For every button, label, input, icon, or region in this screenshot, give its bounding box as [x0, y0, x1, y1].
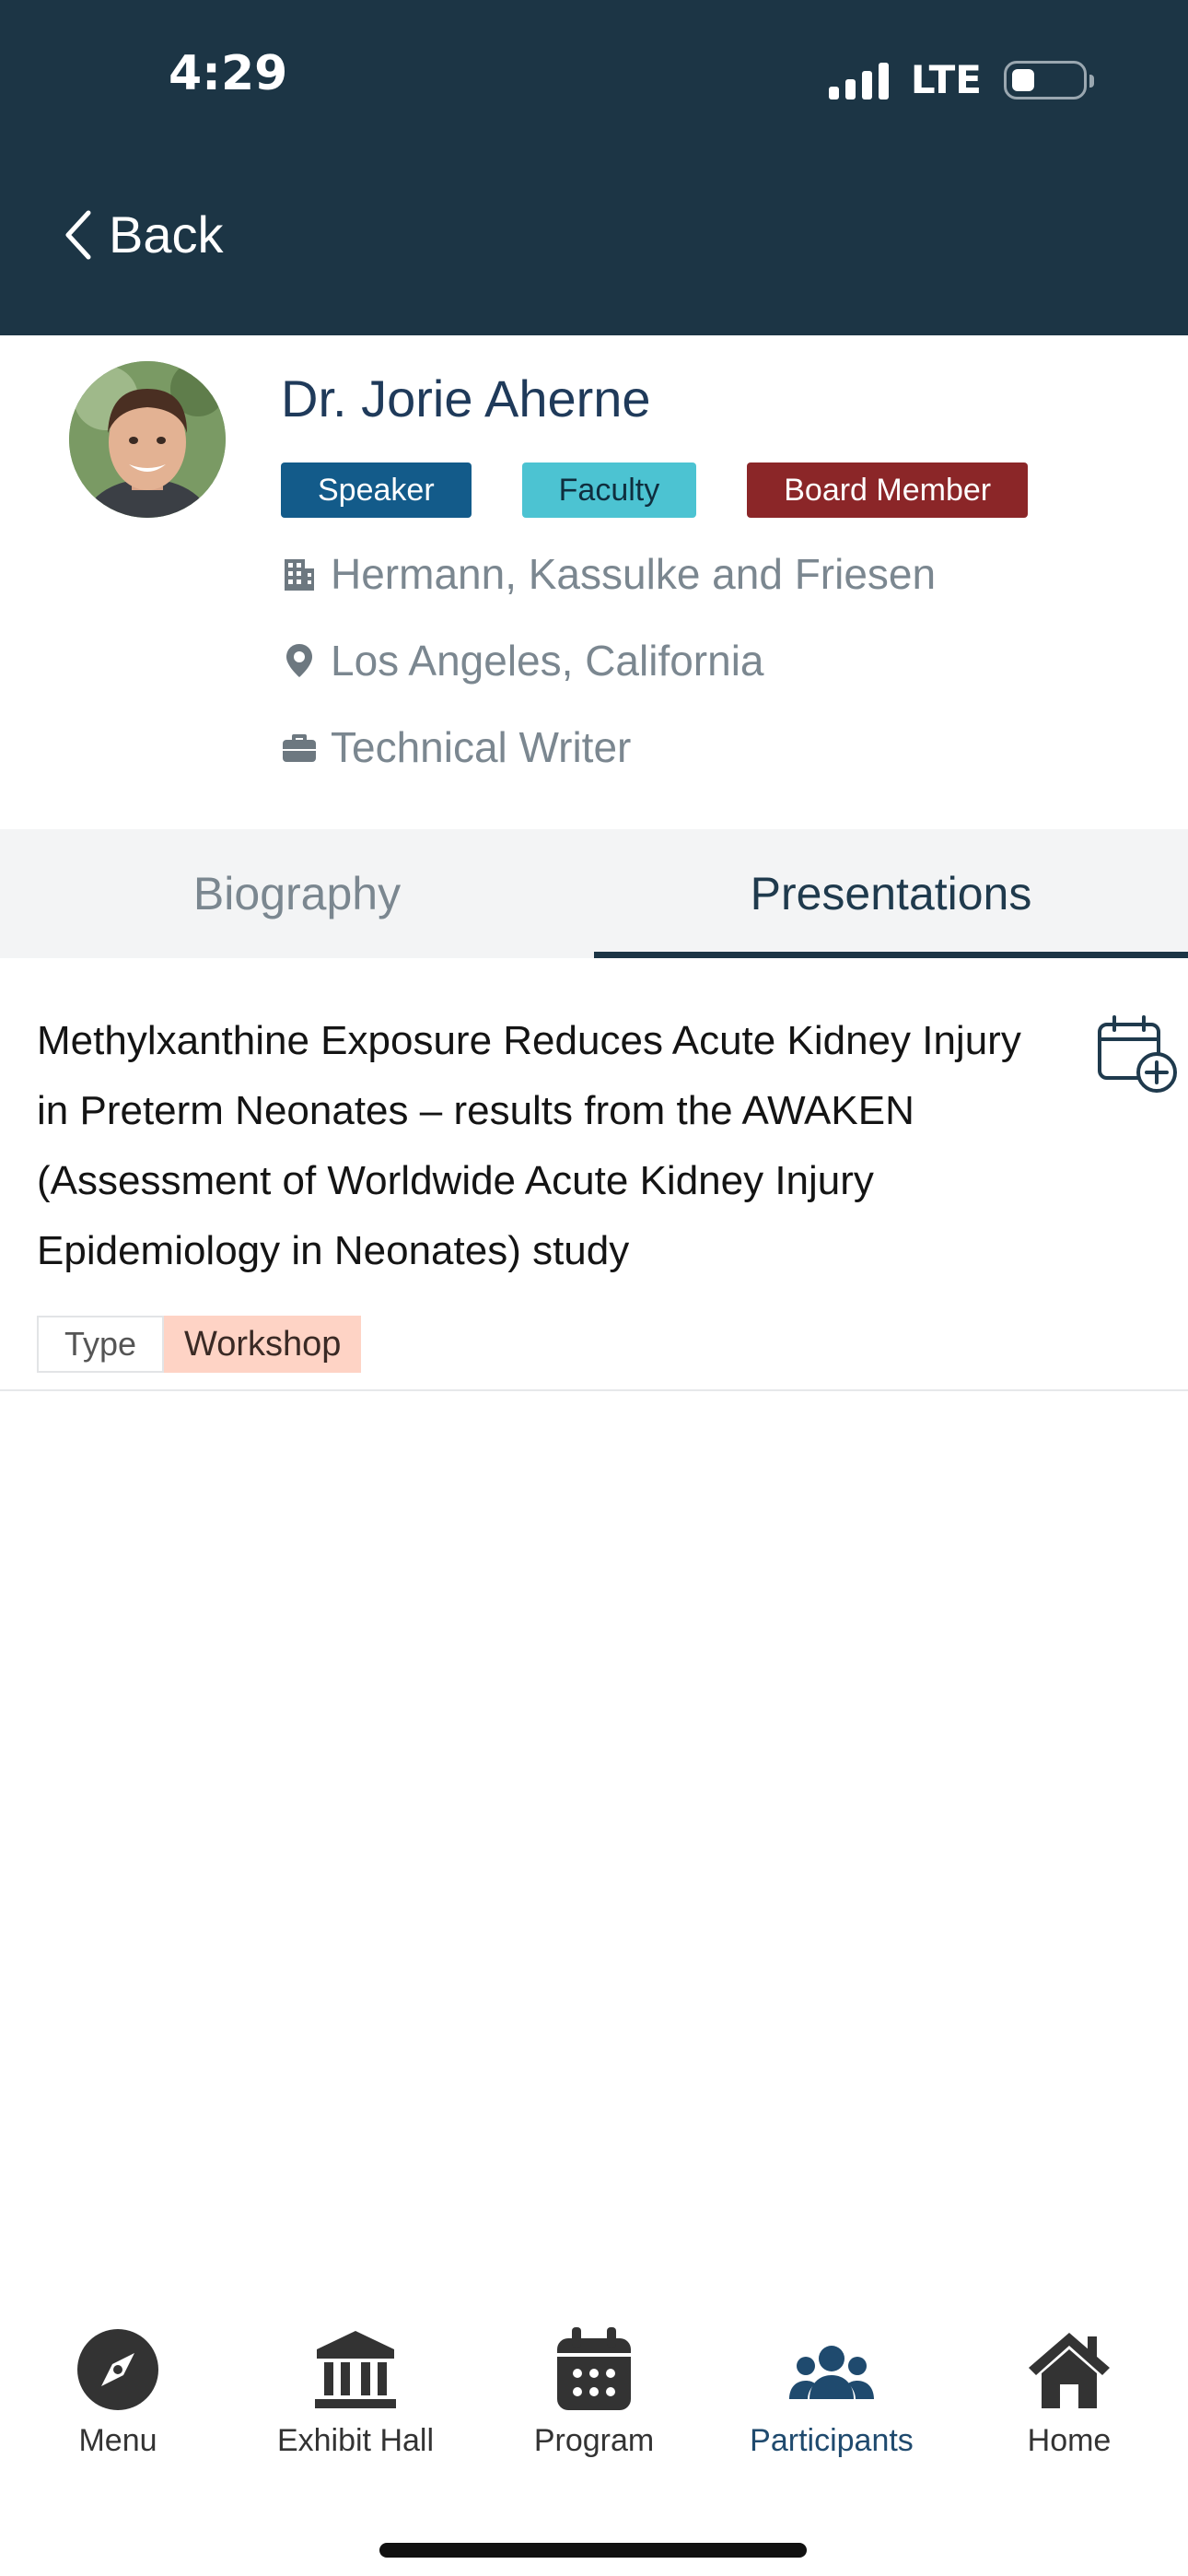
location-row: Los Angeles, California: [281, 636, 764, 685]
building-icon: [285, 559, 314, 591]
signal-icon: [828, 61, 889, 100]
bottom-navigation: Menu Exhibit Hall Program Participants H…: [0, 2211, 1188, 2576]
status-time: 4:29: [169, 46, 288, 101]
presentation-type-tag: Type Workshop: [37, 1316, 362, 1373]
participant-name: Dr. Jorie Aherne: [281, 369, 651, 427]
nav-menu[interactable]: Menu: [3, 2325, 233, 2459]
job-title-text: Technical Writer: [331, 723, 632, 771]
profile-tabs: Biography Presentations: [0, 829, 1188, 958]
nav-exhibit-hall[interactable]: Exhibit Hall: [240, 2325, 471, 2459]
organization-text: Hermann, Kassulke and Friesen: [331, 550, 937, 598]
users-icon: [787, 2325, 876, 2414]
nav-program[interactable]: Program: [479, 2325, 709, 2459]
map-pin-icon: [286, 644, 312, 677]
compass-icon: [74, 2325, 162, 2414]
home-icon: [1025, 2325, 1113, 2414]
nav-participants-label: Participants: [750, 2423, 914, 2458]
location-text: Los Angeles, California: [331, 637, 764, 685]
nav-program-label: Program: [533, 2423, 655, 2458]
presentation-list-item[interactable]: Methylxanthine Exposure Reduces Acute Ki…: [0, 958, 1188, 1391]
network-label: LTE: [910, 57, 982, 102]
nav-home[interactable]: Home: [954, 2325, 1184, 2459]
type-value: Workshop: [164, 1316, 362, 1373]
type-label: Type: [37, 1316, 165, 1373]
chevron-left-icon: [65, 210, 91, 259]
nav-participants[interactable]: Participants: [716, 2325, 947, 2459]
building-columns-icon: [311, 2325, 400, 2414]
home-indicator[interactable]: [379, 2543, 807, 2558]
nav-menu-label: Menu: [78, 2423, 157, 2458]
tab-biography[interactable]: Biography: [0, 829, 594, 958]
badge-board-member: Board Member: [747, 463, 1029, 518]
nav-home-label: Home: [1027, 2423, 1112, 2458]
status-indicators: LTE: [828, 57, 1094, 102]
badge-speaker: Speaker: [281, 463, 472, 518]
back-button[interactable]: Back: [64, 205, 224, 264]
avatar: [69, 361, 226, 518]
back-label: Back: [109, 205, 224, 263]
job-title-row: Technical Writer: [281, 722, 631, 772]
briefcase-icon: [283, 734, 316, 762]
nav-exhibit-hall-label: Exhibit Hall: [276, 2423, 435, 2458]
organization-row: Hermann, Kassulke and Friesen: [281, 549, 936, 599]
presentation-title: Methylxanthine Exposure Reduces Acute Ki…: [37, 1018, 1021, 1273]
calendar-icon: [550, 2325, 638, 2414]
role-badges: Speaker Faculty Board Member: [281, 463, 1029, 518]
battery-icon: [1004, 60, 1094, 100]
profile-card: Dr. Jorie Aherne Speaker Faculty Board M…: [0, 335, 1188, 829]
add-to-calendar-icon[interactable]: [1096, 1012, 1179, 1095]
app-header: 4:29 LTE Back: [0, 0, 1188, 335]
tab-presentations[interactable]: Presentations: [594, 829, 1188, 958]
badge-faculty: Faculty: [521, 463, 697, 518]
